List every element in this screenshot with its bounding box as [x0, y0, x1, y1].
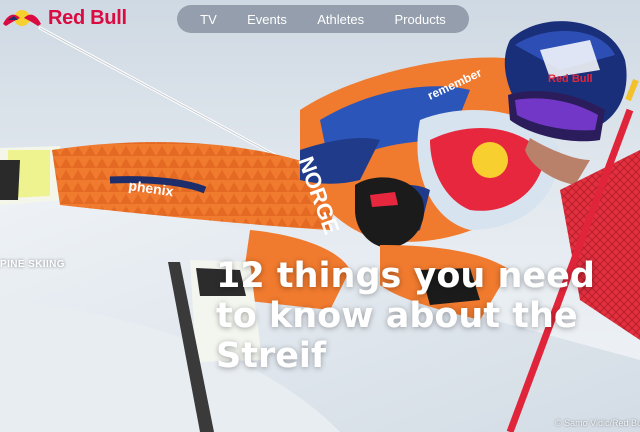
- headline-line-2: to know about the: [216, 296, 578, 336]
- red-bull-logo-icon: [3, 10, 41, 26]
- nav-athletes[interactable]: Athletes: [317, 12, 364, 27]
- nav-products[interactable]: Products: [395, 12, 446, 27]
- category-label[interactable]: PINE SKIING: [0, 259, 65, 270]
- article-headline[interactable]: 12 things you need to know about the Str…: [216, 256, 616, 376]
- headline-line-1: 12 things you need: [216, 256, 595, 296]
- nav-tv[interactable]: TV: [200, 12, 217, 27]
- photo-credit: © Samo Vidic/Red Bu: [554, 418, 640, 428]
- top-nav: TV Events Athletes Products: [177, 5, 469, 33]
- logo-text: Red Bull: [48, 6, 127, 29]
- headline-line-3: Streif: [216, 336, 327, 376]
- svg-text:Red Bull: Red Bull: [548, 73, 593, 85]
- nav-events[interactable]: Events: [247, 12, 287, 27]
- red-bull-logo[interactable]: Red Bull: [2, 4, 127, 32]
